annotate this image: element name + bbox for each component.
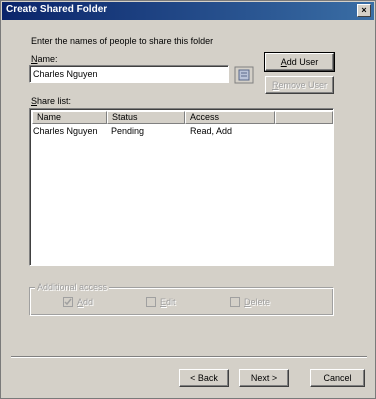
address-book-icon: [234, 66, 254, 84]
share-list[interactable]: Name Status Access Charles Nguyen Pendin…: [29, 108, 334, 266]
share-list-label: Share list:: [31, 96, 72, 106]
column-header-status[interactable]: Status: [107, 111, 185, 124]
column-header-name[interactable]: Name: [32, 111, 107, 124]
remove-user-button[interactable]: Remove User: [265, 76, 334, 94]
delete-checkbox[interactable]: [230, 297, 240, 307]
create-shared-folder-dialog: Create Shared Folder × Enter the names o…: [0, 0, 376, 399]
column-header-spacer: [275, 111, 333, 124]
add-checkbox[interactable]: [63, 297, 73, 307]
next-button[interactable]: Next >: [239, 369, 289, 387]
checkmark-icon: [64, 298, 72, 306]
delete-checkbox-label: Delete: [244, 297, 271, 307]
row-name: Charles Nguyen: [33, 126, 98, 136]
additional-access-label: Additional access: [35, 282, 110, 292]
edit-checkbox-label: Edit: [160, 297, 176, 307]
additional-access-group: [30, 288, 334, 316]
edit-checkbox[interactable]: [146, 297, 156, 307]
column-header-access[interactable]: Access: [185, 111, 275, 124]
back-button[interactable]: < Back: [179, 369, 229, 387]
name-input-value: Charles Nguyen: [33, 69, 98, 79]
window-title: Create Shared Folder: [6, 4, 108, 15]
cancel-button[interactable]: Cancel: [310, 369, 365, 387]
add-user-button[interactable]: Add User: [264, 52, 335, 72]
button-separator: [11, 356, 367, 358]
row-status: Pending: [111, 126, 145, 136]
title-bar[interactable]: Create Shared Folder ×: [2, 2, 374, 20]
name-input[interactable]: Charles Nguyen: [29, 65, 229, 83]
row-access: Read, Add: [190, 126, 233, 136]
name-label: Name:: [31, 54, 58, 64]
instructions-text: Enter the names of people to share this …: [31, 36, 214, 46]
close-button[interactable]: ×: [357, 4, 371, 17]
table-row[interactable]: Charles Nguyen Pending Read, Add: [33, 126, 331, 138]
address-book-button[interactable]: [233, 65, 255, 85]
add-checkbox-label: Add: [77, 297, 94, 307]
